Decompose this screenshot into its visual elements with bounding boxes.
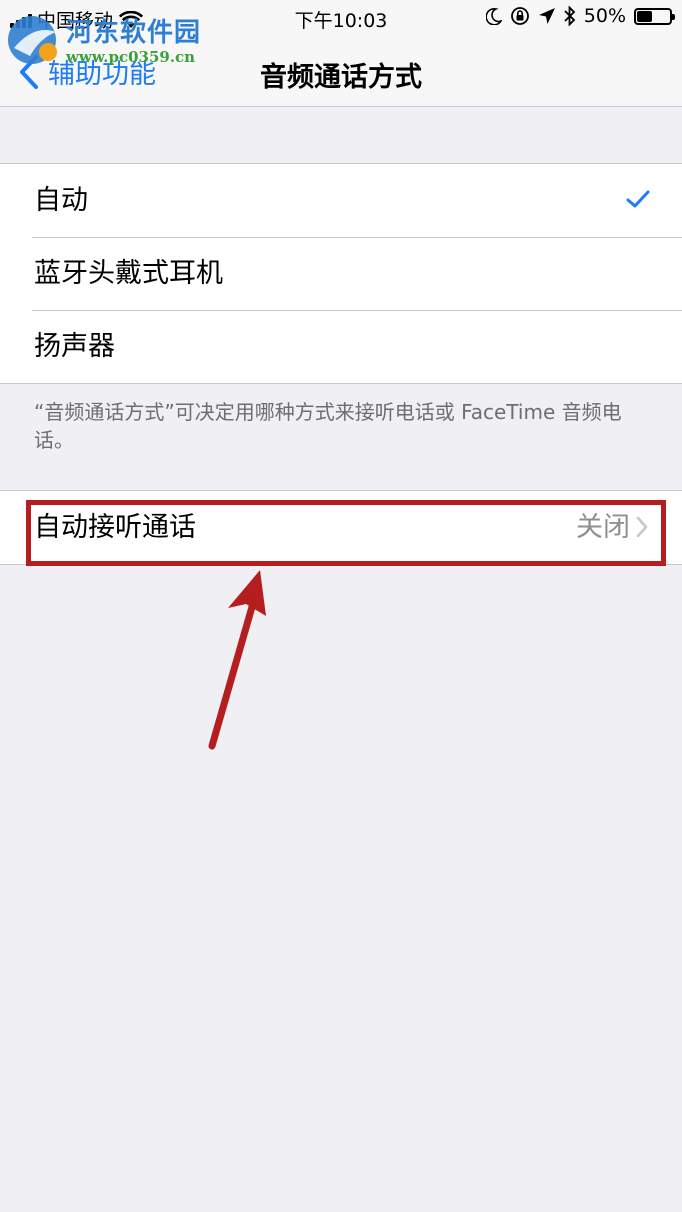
call-audio-options: 自动 蓝牙头戴式耳机 扬声器 bbox=[0, 163, 682, 384]
auto-answer-calls-row[interactable]: 自动接听通话 关闭 bbox=[0, 491, 682, 564]
annotation-arrow-icon bbox=[208, 570, 266, 750]
auto-answer-status: 关闭 bbox=[576, 512, 630, 543]
option-label: 蓝牙头戴式耳机 bbox=[34, 258, 223, 289]
status-right: 50% bbox=[485, 5, 675, 27]
option-label: 自动 bbox=[34, 185, 88, 216]
chevron-right-icon bbox=[636, 516, 648, 538]
auto-answer-group: 自动接听通话 关闭 bbox=[0, 490, 682, 565]
option-row-auto[interactable]: 自动 bbox=[0, 164, 682, 237]
auto-answer-label: 自动接听通话 bbox=[34, 512, 196, 543]
section-footer-note: “音频通话方式”可决定用哪种方式来接听电话或 FaceTime 音频电话。 bbox=[34, 400, 622, 452]
option-row-bluetooth-headset[interactable]: 蓝牙头戴式耳机 bbox=[0, 237, 682, 310]
option-row-speaker[interactable]: 扬声器 bbox=[0, 310, 682, 383]
battery-percentage: 50% bbox=[583, 5, 626, 27]
location-icon bbox=[538, 8, 555, 24]
option-label: 扬声器 bbox=[34, 331, 115, 362]
bluetooth-icon bbox=[564, 6, 576, 26]
battery-icon bbox=[634, 7, 675, 25]
page-title: 音频通话方式 bbox=[260, 62, 422, 93]
navigation-bar: 辅助功能 音频通话方式 bbox=[0, 36, 682, 107]
battery-level bbox=[637, 10, 652, 22]
moon-icon bbox=[485, 8, 502, 25]
orientation-lock-icon bbox=[510, 7, 529, 25]
checkmark-icon bbox=[626, 190, 650, 208]
status-bar: 中国移动 下午10:03 50% bbox=[0, 0, 682, 36]
screen: 中国移动 下午10:03 50% 辅助功能 音频通话方式 河东软件园 www.p… bbox=[0, 0, 682, 1212]
